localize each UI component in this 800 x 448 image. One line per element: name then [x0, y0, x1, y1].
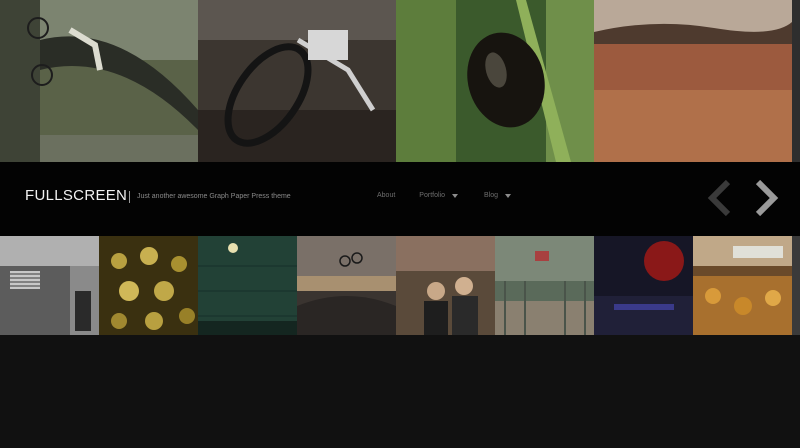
- nav-item-label: About: [377, 192, 396, 199]
- chevron-left-icon: [707, 180, 731, 216]
- photo-thumb-red-blue-light[interactable]: [594, 236, 693, 335]
- dropdown-caret-icon: [505, 193, 511, 198]
- dropdown-caret-icon: [451, 193, 458, 198]
- photo-thumb-flag-wall[interactable]: [0, 236, 99, 335]
- gallery-row-top: [0, 0, 800, 162]
- photo-thumb-partial-bottom[interactable]: [792, 236, 800, 335]
- slider-next-button[interactable]: [752, 180, 782, 216]
- photo-thumb-market-stall[interactable]: [693, 236, 792, 335]
- slider-prev-button[interactable]: [704, 180, 734, 216]
- nav-item-label: Portfolio: [419, 192, 445, 199]
- photo-thumb-bmx-wallride-bridge[interactable]: [0, 0, 198, 162]
- photo-thumb-green-lamp[interactable]: [198, 236, 297, 335]
- photo-thumb-band-portrait[interactable]: [396, 236, 495, 335]
- page-empty-area: [0, 335, 800, 448]
- nav-item-label: Blog: [483, 192, 498, 199]
- site-tagline: Just another awesome Graph Paper Press t…: [137, 193, 291, 200]
- photo-thumb-bmx-wheel-fisheye[interactable]: [198, 0, 396, 162]
- nav-item-portfolio[interactable]: Portfolio: [419, 192, 458, 199]
- nav-item-about[interactable]: About: [377, 192, 395, 199]
- photo-thumb-red-field[interactable]: [594, 0, 792, 162]
- site-title[interactable]: FULLSCREEN: [25, 187, 127, 204]
- photo-thumb-gold-pattern[interactable]: [99, 236, 198, 335]
- main-nav: About Portfolio Blog: [377, 192, 511, 199]
- chevron-right-icon: [755, 180, 779, 216]
- photo-thumb-partial-top[interactable]: [792, 0, 800, 162]
- photo-thumb-bmx-sunset[interactable]: [297, 236, 396, 335]
- nav-item-blog[interactable]: Blog: [484, 192, 511, 199]
- gallery-row-bottom: [0, 236, 800, 335]
- photo-thumb-grand-central[interactable]: [495, 236, 594, 335]
- photo-thumb-beetle-leaf[interactable]: [396, 0, 594, 162]
- title-divider: [129, 191, 130, 203]
